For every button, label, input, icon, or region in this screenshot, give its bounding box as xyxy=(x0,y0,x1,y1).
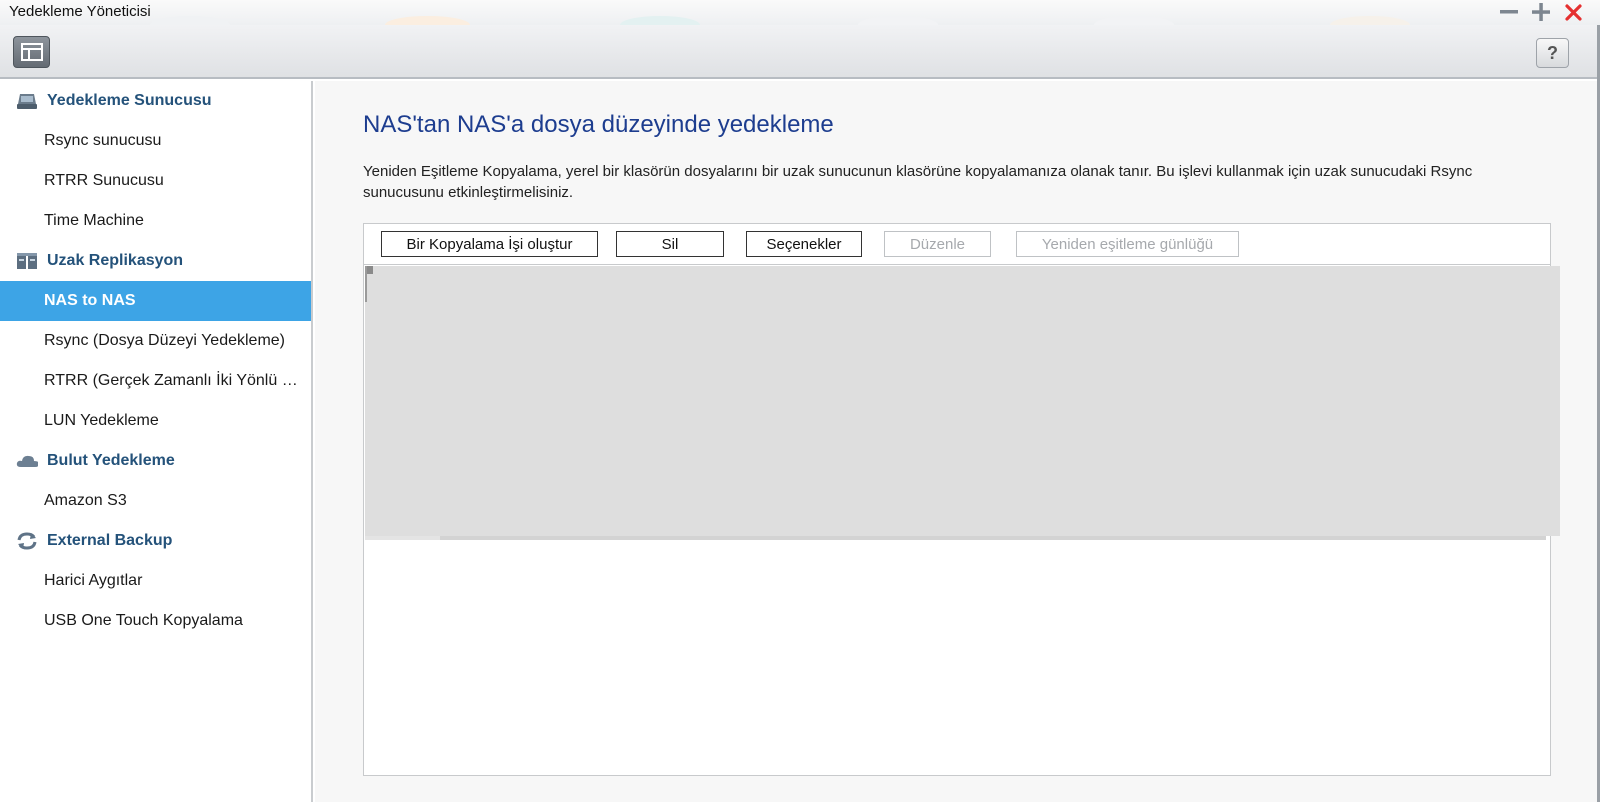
sidebar-item-time-machine[interactable]: Time Machine xyxy=(0,201,311,241)
sidebar-group-cloud-backup[interactable]: Bulut Yedekleme xyxy=(0,441,311,481)
main-content: NAS'tan NAS'a dosya düzeyinde yedekleme … xyxy=(315,81,1597,802)
grid-scrollbar-segment xyxy=(365,536,440,540)
create-copy-job-button[interactable]: Bir Kopyalama İşi oluştur xyxy=(381,231,598,257)
sidebar-item-amazon-s3[interactable]: Amazon S3 xyxy=(0,481,311,521)
sidebar-item-lun-backup[interactable]: LUN Yedekleme xyxy=(0,401,311,441)
sidebar-item-rsync-server[interactable]: Rsync sunucusu xyxy=(0,121,311,161)
sidebar-item-rtrr-realtime[interactable]: RTRR (Gerçek Zamanlı İki Yönlü … xyxy=(0,361,311,401)
minimize-button[interactable] xyxy=(1494,0,1524,24)
app-toolbar: ? xyxy=(0,25,1600,79)
grid-horizontal-scrollbar[interactable] xyxy=(365,536,1546,540)
sidebar-item-nas-to-nas[interactable]: NAS to NAS xyxy=(0,281,311,321)
delete-button[interactable]: Sil xyxy=(616,231,724,257)
options-button[interactable]: Seçenekler xyxy=(746,231,862,257)
panel-toggle-button[interactable] xyxy=(13,36,50,68)
job-list-grid[interactable] xyxy=(365,266,1560,536)
sidebar-group-external-backup[interactable]: External Backup xyxy=(0,521,311,561)
sidebar-item-usb-one-touch[interactable]: USB One Touch Kopyalama xyxy=(0,601,311,641)
resync-log-button[interactable]: Yeniden eşitleme günlüğü xyxy=(1016,231,1239,257)
window-title: Yedekleme Yöneticisi xyxy=(9,3,151,20)
edit-button[interactable]: Düzenle xyxy=(884,231,991,257)
sidebar-group-label: Uzak Replikasyon xyxy=(47,252,184,269)
maximize-icon xyxy=(1532,3,1550,21)
replication-icon xyxy=(16,251,38,271)
sidebar-group-remote-replication[interactable]: Uzak Replikasyon xyxy=(0,241,311,281)
help-button[interactable]: ? xyxy=(1536,38,1569,68)
server-icon xyxy=(16,91,38,111)
grid-edge-line xyxy=(365,266,367,302)
sidebar-group-label: Bulut Yedekleme xyxy=(47,452,175,469)
sidebar-item-rtrr-server[interactable]: RTRR Sunucusu xyxy=(0,161,311,201)
close-icon xyxy=(1564,3,1582,21)
maximize-button[interactable] xyxy=(1526,0,1556,24)
job-panel: Bir Kopyalama İşi oluştur Sil Seçenekler… xyxy=(363,223,1560,776)
sidebar-item-rsync-file-backup[interactable]: Rsync (Dosya Düzeyi Yedekleme) xyxy=(0,321,311,361)
minimize-icon xyxy=(1500,10,1518,14)
close-button[interactable] xyxy=(1558,0,1588,24)
window-titlebar: Yedekleme Yöneticisi xyxy=(0,0,1600,34)
page-description: Yeniden Eşitleme Kopyalama, yerel bir kl… xyxy=(363,163,1473,201)
sidebar: Yedekleme Sunucusu Rsync sunucusu RTRR S… xyxy=(0,81,313,802)
job-toolbar: Bir Kopyalama İşi oluştur Sil Seçenekler… xyxy=(364,224,1550,265)
sidebar-item-external-devices[interactable]: Harici Aygıtlar xyxy=(0,561,311,601)
sidebar-group-backup-server[interactable]: Yedekleme Sunucusu xyxy=(0,81,311,121)
panel-layout-icon xyxy=(20,43,43,61)
cloud-icon xyxy=(16,451,38,471)
sidebar-group-label: External Backup xyxy=(47,532,173,549)
sync-icon xyxy=(16,531,38,551)
help-icon: ? xyxy=(1547,42,1558,63)
sidebar-group-label: Yedekleme Sunucusu xyxy=(47,92,212,109)
page-title: NAS'tan NAS'a dosya düzeyinde yedekleme xyxy=(363,111,834,138)
